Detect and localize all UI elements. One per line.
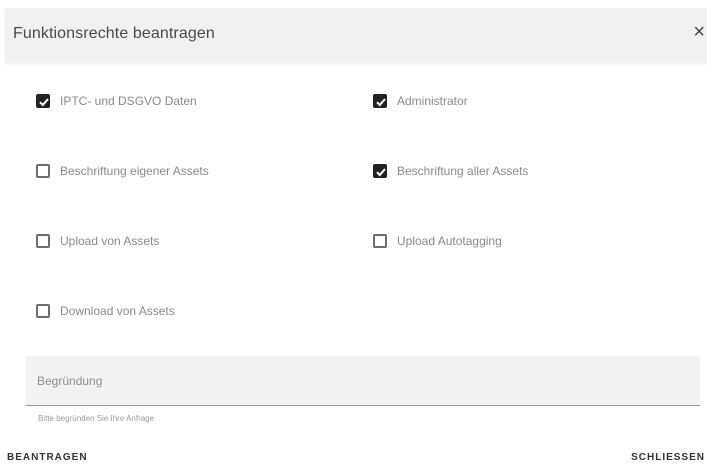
checkbox-box[interactable] <box>36 164 50 178</box>
close-icon[interactable]: × <box>693 22 705 42</box>
checkbox-beschriftung-aller[interactable]: Beschriftung aller Assets <box>373 164 528 178</box>
checkbox-label: Upload von Assets <box>60 234 160 248</box>
request-permissions-dialog: Funktionsrechte beantragen × IPTC- und D… <box>0 0 707 468</box>
checkbox-box[interactable] <box>36 304 50 318</box>
checkbox-download-assets[interactable]: Download von Assets <box>36 304 175 318</box>
close-button[interactable]: SCHLIESSEN <box>631 452 705 463</box>
checkbox-box[interactable] <box>373 234 387 248</box>
reason-input[interactable]: Begründung <box>26 356 700 406</box>
checkbox-checked-icon[interactable] <box>373 94 387 108</box>
checkbox-beschriftung-eigener[interactable]: Beschriftung eigener Assets <box>36 164 209 178</box>
checkbox-label: IPTC- und DSGVO Daten <box>60 94 197 108</box>
checkbox-label: Administrator <box>397 94 468 108</box>
reason-helper-text: Bitte begründen Sie Ihre Anfrage <box>38 414 155 423</box>
reason-placeholder: Begründung <box>37 374 103 388</box>
checkbox-label: Beschriftung aller Assets <box>397 164 529 178</box>
dialog-title: Funktionsrechte beantragen <box>13 25 215 42</box>
checkbox-label: Download von Assets <box>60 304 175 318</box>
checkbox-label: Upload Autotagging <box>397 234 502 248</box>
dialog-header: Funktionsrechte beantragen × <box>5 8 707 62</box>
checkbox-label: Beschriftung eigener Assets <box>60 164 209 178</box>
checkbox-upload-assets[interactable]: Upload von Assets <box>36 234 159 248</box>
checkbox-checked-icon[interactable] <box>373 164 387 178</box>
checkbox-administrator[interactable]: Administrator <box>373 94 468 108</box>
checkbox-checked-icon[interactable] <box>36 94 50 108</box>
checkbox-iptc-dsgvo[interactable]: IPTC- und DSGVO Daten <box>36 94 197 108</box>
checkbox-box[interactable] <box>36 234 50 248</box>
checkbox-upload-autotagging[interactable]: Upload Autotagging <box>373 234 502 248</box>
submit-button[interactable]: BEANTRAGEN <box>7 452 88 463</box>
